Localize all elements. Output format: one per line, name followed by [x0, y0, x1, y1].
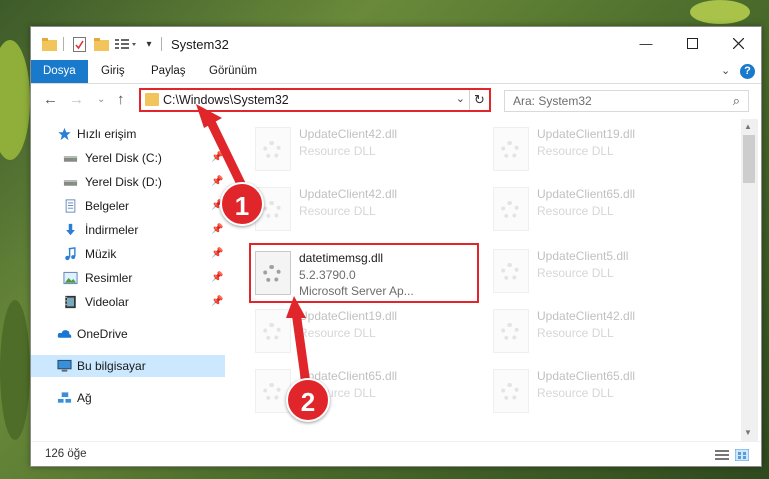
arrowhead-one — [196, 104, 222, 128]
callout-badge-one: 1 — [220, 182, 264, 226]
callout-badge-two: 2 — [286, 378, 330, 422]
callout-arrows — [196, 104, 311, 385]
arrowhead-two — [286, 296, 306, 318]
arrow-two — [291, 311, 311, 385]
arrow-one — [205, 118, 249, 192]
